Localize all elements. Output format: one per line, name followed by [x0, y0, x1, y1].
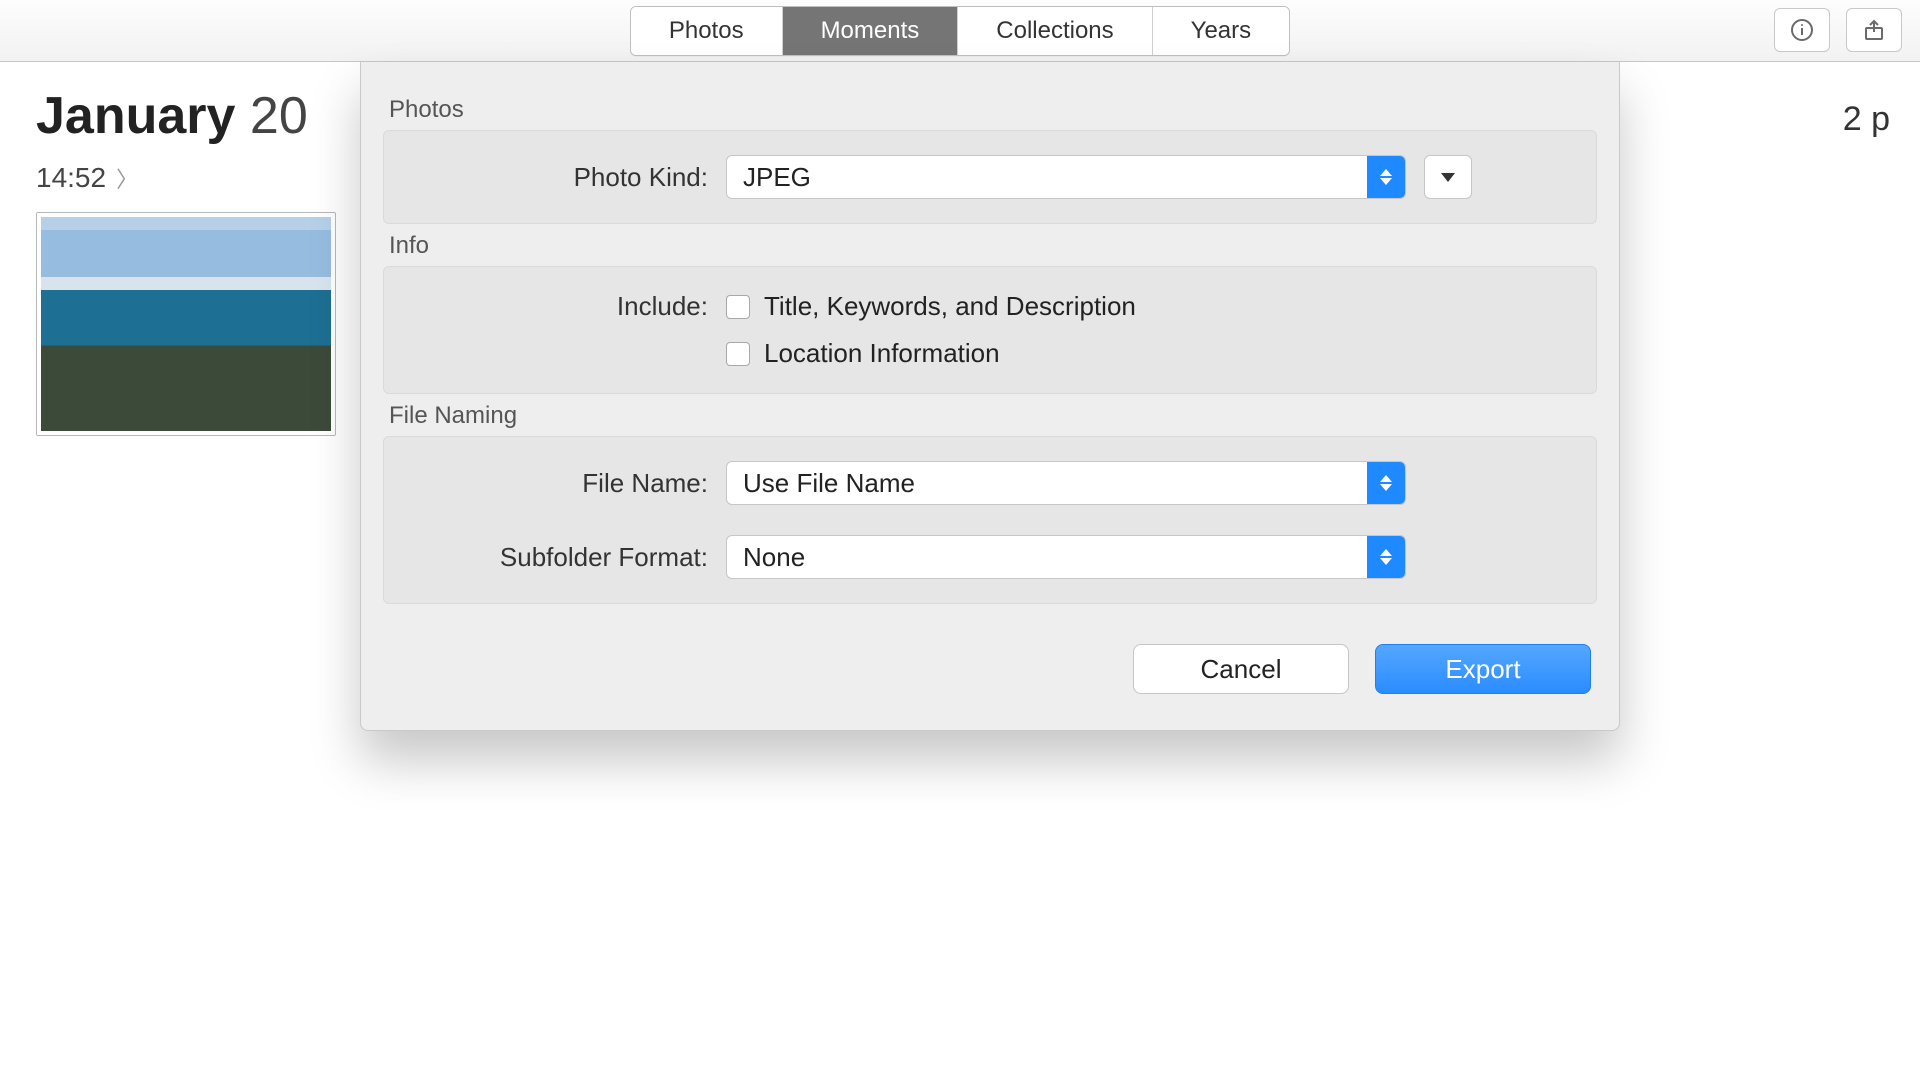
- tab-collections[interactable]: Collections: [958, 7, 1152, 55]
- photo-kind-value: JPEG: [727, 162, 1367, 193]
- subfolder-format-label: Subfolder Format:: [408, 542, 708, 573]
- expand-options-button[interactable]: [1424, 155, 1472, 199]
- subfolder-format-value: None: [727, 542, 1367, 573]
- file-name-value: Use File Name: [727, 468, 1367, 499]
- export-dialog: Photos Photo Kind: JPEG Info Include: Ti…: [360, 62, 1620, 731]
- subfolder-format-select[interactable]: None: [726, 535, 1406, 579]
- share-button[interactable]: [1846, 8, 1902, 52]
- include-label: Include:: [408, 291, 708, 322]
- share-icon: [1862, 18, 1886, 42]
- photo-kind-select[interactable]: JPEG: [726, 155, 1406, 199]
- export-button[interactable]: Export: [1375, 644, 1591, 694]
- toolbar-right-group: [1774, 8, 1902, 52]
- stepper-icon: [1367, 536, 1405, 578]
- dialog-button-row: Cancel Export: [383, 644, 1597, 694]
- stepper-icon: [1367, 462, 1405, 504]
- section-label-info: Info: [389, 232, 1597, 260]
- section-label-photos: Photos: [389, 96, 1597, 124]
- moment-time: 14:52: [36, 162, 106, 194]
- info-icon: [1790, 18, 1814, 42]
- stepper-icon: [1367, 156, 1405, 198]
- photo-kind-label: Photo Kind:: [408, 162, 708, 193]
- group-info: Include: Title, Keywords, and Descriptio…: [383, 266, 1597, 394]
- view-segmented-control: Photos Moments Collections Years: [630, 6, 1290, 56]
- photo-count-label: 2 p: [1843, 100, 1890, 139]
- top-toolbar: Photos Moments Collections Years: [0, 0, 1920, 62]
- tab-photos[interactable]: Photos: [631, 7, 783, 55]
- tab-years[interactable]: Years: [1153, 7, 1290, 55]
- include-title-label: Title, Keywords, and Description: [764, 291, 1136, 322]
- info-button[interactable]: [1774, 8, 1830, 52]
- month-name: January: [36, 87, 235, 145]
- include-title-checkbox[interactable]: [726, 295, 750, 319]
- cancel-button[interactable]: Cancel: [1133, 644, 1349, 694]
- chevron-right-icon: 〉: [116, 162, 138, 194]
- file-name-select[interactable]: Use File Name: [726, 461, 1406, 505]
- photo-image: [41, 217, 331, 431]
- include-location-label: Location Information: [764, 338, 1000, 369]
- group-file-naming: File Name: Use File Name Subfolder Forma…: [383, 436, 1597, 604]
- year-partial: 20: [250, 87, 308, 145]
- include-title-checkbox-row: Title, Keywords, and Description: [726, 291, 1136, 322]
- file-name-label: File Name:: [408, 468, 708, 499]
- include-location-checkbox[interactable]: [726, 342, 750, 366]
- group-photos: Photo Kind: JPEG: [383, 130, 1597, 224]
- include-location-checkbox-row: Location Information: [726, 338, 1000, 369]
- photo-thumbnail[interactable]: [36, 212, 336, 436]
- tab-moments[interactable]: Moments: [783, 7, 959, 55]
- section-label-file-naming: File Naming: [389, 402, 1597, 430]
